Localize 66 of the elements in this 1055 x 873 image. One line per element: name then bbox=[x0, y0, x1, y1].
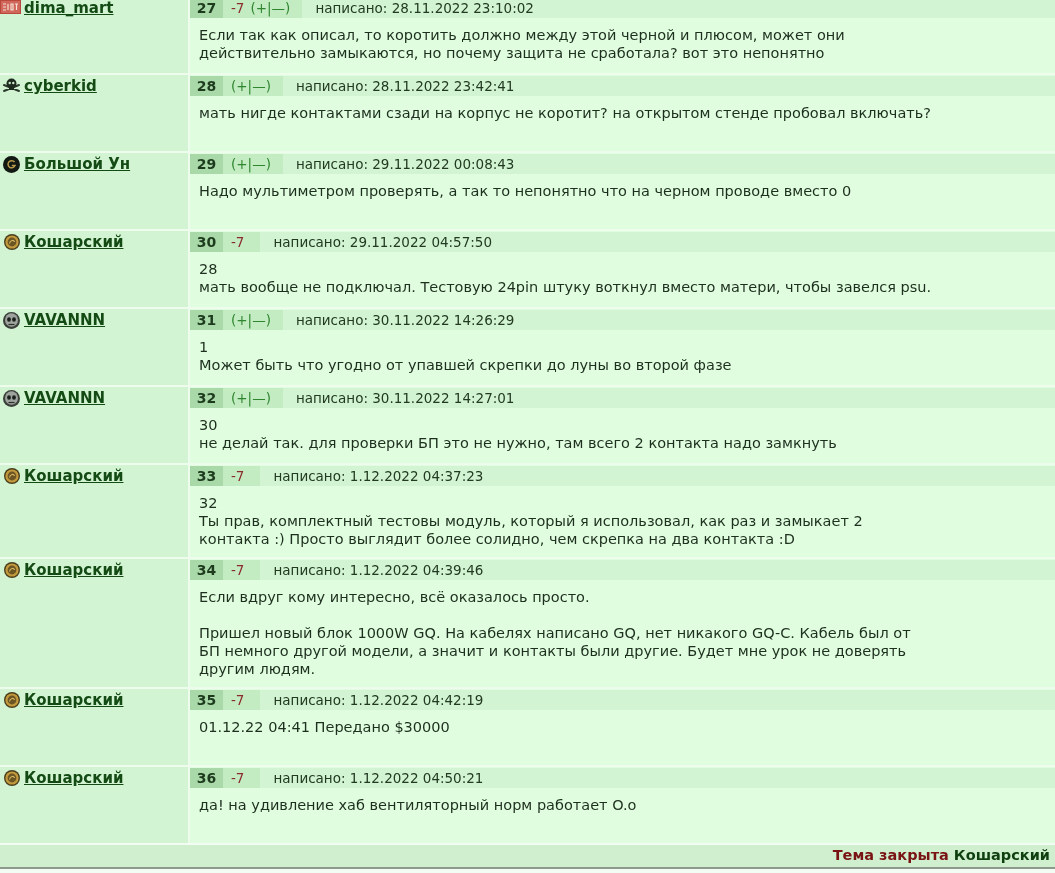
reply-number: 1 bbox=[199, 338, 209, 356]
post-number: 36 bbox=[190, 768, 223, 788]
post-number: 27 bbox=[190, 0, 223, 18]
coin-icon bbox=[4, 770, 20, 786]
post-text: Если так как описал, то коротить должно между этой черной и плюсом, может они действительно замыкаются, но почему защита не сработала? вот это непонятно bbox=[199, 26, 845, 62]
username-link[interactable]: VAVANNN bbox=[24, 311, 106, 329]
rating-value: -7 bbox=[231, 0, 245, 18]
post-text: 01.12.22 04:41 Передано $30000 bbox=[199, 718, 450, 736]
post-date: написано: 29.11.2022 04:57:50 bbox=[273, 232, 492, 252]
post-date: написано: 28.11.2022 23:42:41 bbox=[295, 76, 515, 96]
topic-status: Тема закрыта bbox=[832, 846, 949, 866]
username-link[interactable]: Кошарский bbox=[24, 233, 124, 251]
vote-link[interactable]: (+|—) bbox=[231, 75, 271, 97]
coin-icon bbox=[4, 234, 20, 250]
post-text: мать нигде контактами сзади на корпус не коротит? на открытом стенде пробовал включать? bbox=[199, 104, 931, 122]
closer-name: Кошарский bbox=[953, 846, 1050, 866]
username-link[interactable]: Кошарский bbox=[24, 691, 124, 709]
post-date: написано: 1.12.2022 04:42:19 bbox=[273, 690, 484, 710]
rating-value: -7 bbox=[231, 466, 245, 486]
post-text: Надо мультиметром проверять, а так то непонятно что на черном проводе вместо 0 bbox=[199, 182, 852, 200]
username-link[interactable]: Большой Ун bbox=[24, 155, 131, 173]
post-text: Если вдруг кому интересно, всё оказалось просто. Пришел новый блок 1000W GQ. На кабелях написано GQ, нет никакого GQ-C. Кабель был от БП немного другой модели, а значит и контакты были другие. Будет мне урок не доверять другим людям. bbox=[199, 588, 911, 678]
post-number: 29 bbox=[190, 154, 223, 174]
post-number: 32 bbox=[190, 388, 223, 408]
g-badge-icon bbox=[3, 155, 20, 173]
post-number: 31 bbox=[190, 310, 223, 330]
post-number: 35 bbox=[190, 690, 223, 710]
reply-number: 30 bbox=[199, 416, 218, 434]
username-link[interactable]: Кошарский bbox=[24, 769, 124, 787]
vote-link[interactable]: (+|—) bbox=[250, 0, 291, 19]
post-text: Ты прав, комплектный тестовы модуль, который я использовал, как раз и замыкает 2 контакта :) Просто выглядит более солидно, чем скрепка на два контакта :D bbox=[199, 512, 863, 548]
coin-icon bbox=[4, 562, 20, 578]
post-number: 30 bbox=[190, 232, 223, 252]
vote-link[interactable]: (+|—) bbox=[231, 387, 271, 409]
post-date: написано: 1.12.2022 04:39:46 bbox=[273, 560, 484, 580]
post-date: написано: 28.11.2022 23:10:02 bbox=[315, 0, 534, 18]
post-text: да! на удивление хаб вентиляторный норм работает O.o bbox=[199, 796, 637, 814]
skull-icon bbox=[3, 311, 20, 329]
username-link[interactable]: Кошарский bbox=[24, 561, 124, 579]
username-link[interactable]: Кошарский bbox=[24, 467, 124, 485]
post-date: написано: 30.11.2022 14:27:01 bbox=[295, 388, 515, 408]
badge-icon bbox=[0, 0, 21, 14]
post-text: мать вообще не подключал. Тестовую 24pin штуку воткнул вместо матери, чтобы завелся psu. bbox=[199, 278, 932, 296]
coin-icon bbox=[4, 692, 20, 708]
post-text: не делай так. для проверки БП это не нужно, там всего 2 контакта надо замкнуть bbox=[199, 434, 837, 452]
post-number: 28 bbox=[190, 76, 223, 96]
username-link[interactable]: cyberkid bbox=[24, 77, 97, 95]
skull-icon bbox=[3, 389, 20, 407]
post-date: написано: 29.11.2022 00:08:43 bbox=[295, 154, 515, 174]
rating-value: -7 bbox=[231, 768, 245, 788]
post-date: написано: 1.12.2022 04:50:21 bbox=[273, 768, 484, 788]
rating-value: -7 bbox=[231, 232, 245, 252]
post-text: Может быть что угодно от упавшей скрепки до луны во второй фазе bbox=[199, 356, 732, 374]
username-link[interactable]: VAVANNN bbox=[24, 389, 106, 407]
username-link[interactable]: dima_mart bbox=[24, 0, 114, 17]
rating-value: -7 bbox=[231, 560, 245, 580]
post-number: 34 bbox=[190, 560, 223, 580]
post-date: написано: 30.11.2022 14:26:29 bbox=[295, 310, 515, 330]
rating-value: -7 bbox=[231, 690, 245, 710]
post-number: 33 bbox=[190, 466, 223, 486]
vote-link[interactable]: (+|—) bbox=[231, 153, 271, 175]
reply-number: 28 bbox=[199, 260, 218, 278]
vote-link[interactable]: (+|—) bbox=[231, 309, 271, 331]
reply-number: 32 bbox=[199, 494, 218, 512]
post-date: написано: 1.12.2022 04:37:23 bbox=[273, 466, 484, 486]
coin-icon bbox=[4, 468, 20, 484]
